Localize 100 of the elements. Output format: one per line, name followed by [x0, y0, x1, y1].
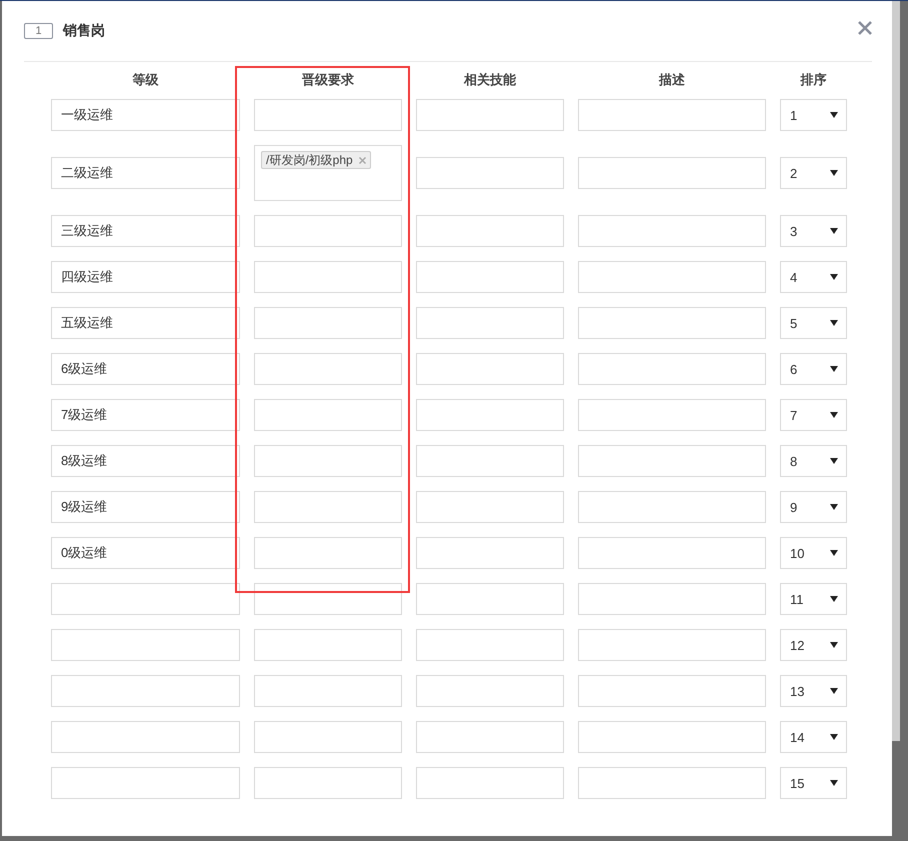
caret-icon	[830, 170, 838, 176]
level-field[interactable]: 四级运维	[51, 261, 240, 293]
caret-icon	[830, 274, 838, 280]
sort-dropdown[interactable]: 11	[780, 583, 847, 615]
level-field[interactable]: 一级运维	[51, 99, 240, 131]
column-header: 描述	[658, 71, 686, 89]
sort-dropdown[interactable]: 6	[780, 353, 847, 385]
sort-dropdown[interactable]: 15	[780, 767, 847, 799]
skill-field[interactable]	[416, 215, 564, 247]
caret-icon	[830, 550, 838, 556]
level-field[interactable]	[51, 583, 240, 615]
description-field[interactable]	[578, 675, 766, 707]
skill-field[interactable]	[416, 583, 564, 615]
caret-icon	[830, 642, 838, 648]
column-header: 等级	[132, 71, 160, 89]
requirement-tag: /研发岗/初级php	[261, 151, 371, 169]
level-field[interactable]	[51, 675, 240, 707]
caret-icon	[830, 366, 838, 372]
requirement-field[interactable]	[254, 307, 402, 339]
sort-dropdown[interactable]: 10	[780, 537, 847, 569]
sort-dropdown[interactable]: 8	[780, 445, 847, 477]
level-field[interactable]	[51, 721, 240, 753]
column-header: 排序	[799, 71, 828, 89]
caret-icon	[830, 112, 838, 118]
caret-icon	[830, 320, 838, 326]
requirement-field[interactable]: /研发岗/初级php	[254, 145, 402, 201]
requirement-field[interactable]	[254, 99, 402, 131]
skill-field[interactable]	[416, 353, 564, 385]
sort-dropdown[interactable]: 4	[780, 261, 847, 293]
sort-dropdown[interactable]: 13	[780, 675, 847, 707]
requirement-field[interactable]	[254, 675, 402, 707]
level-field[interactable]: 0级运维	[51, 537, 240, 569]
skill-field[interactable]	[416, 307, 564, 339]
skill-field[interactable]	[416, 99, 564, 131]
remove-icon[interactable]	[358, 156, 366, 164]
level-field[interactable]: 7级运维	[51, 399, 240, 431]
description-field[interactable]	[578, 767, 766, 799]
sort-dropdown[interactable]: 1	[780, 99, 847, 131]
skill-field[interactable]	[416, 261, 564, 293]
description-field[interactable]	[578, 445, 766, 477]
dialog-title: 销售岗	[63, 22, 105, 40]
column-header: 晋级要求	[301, 71, 355, 89]
sort-dropdown[interactable]: 2	[780, 157, 847, 189]
level-field[interactable]: 9级运维	[51, 491, 240, 523]
requirement-field[interactable]	[254, 583, 402, 615]
skill-field[interactable]	[416, 675, 564, 707]
skill-field[interactable]	[416, 537, 564, 569]
requirement-field[interactable]	[254, 399, 402, 431]
sort-dropdown[interactable]: 9	[780, 491, 847, 523]
close-icon[interactable]	[858, 21, 872, 35]
column-header: 相关技能	[462, 71, 517, 89]
description-field[interactable]	[578, 307, 766, 339]
level-field[interactable]: 五级运维	[51, 307, 240, 339]
description-field[interactable]	[578, 583, 766, 615]
sort-dropdown[interactable]: 12	[780, 629, 847, 661]
requirement-field[interactable]	[254, 629, 402, 661]
level-field[interactable]	[51, 629, 240, 661]
sort-dropdown[interactable]: 7	[780, 399, 847, 431]
level-field[interactable]: 6级运维	[51, 353, 240, 385]
scrollbar[interactable]	[892, 1, 900, 741]
level-field[interactable]: 8级运维	[51, 445, 240, 477]
sort-dropdown[interactable]: 14	[780, 721, 847, 753]
caret-icon	[830, 596, 838, 602]
requirement-field[interactable]	[254, 445, 402, 477]
description-field[interactable]	[578, 99, 766, 131]
skill-field[interactable]	[416, 445, 564, 477]
description-field[interactable]	[578, 491, 766, 523]
level-field[interactable]: 二级运维	[51, 157, 240, 189]
description-field[interactable]	[578, 353, 766, 385]
requirement-field[interactable]	[254, 721, 402, 753]
skill-field[interactable]	[416, 399, 564, 431]
description-field[interactable]	[578, 215, 766, 247]
skill-field[interactable]	[416, 157, 564, 189]
skill-field[interactable]	[416, 491, 564, 523]
caret-icon	[830, 734, 838, 740]
skill-field[interactable]	[416, 629, 564, 661]
description-field[interactable]	[578, 721, 766, 753]
description-field[interactable]	[578, 399, 766, 431]
caret-icon	[830, 780, 838, 786]
level-field[interactable]: 三级运维	[51, 215, 240, 247]
requirement-field[interactable]	[254, 491, 402, 523]
description-field[interactable]	[578, 261, 766, 293]
requirement-field[interactable]	[254, 353, 402, 385]
description-field[interactable]	[578, 629, 766, 661]
sort-dropdown[interactable]: 3	[780, 215, 847, 247]
caret-icon	[830, 458, 838, 464]
caret-icon	[830, 412, 838, 418]
requirement-field[interactable]	[254, 767, 402, 799]
requirement-field[interactable]	[254, 261, 402, 293]
requirement-field[interactable]	[254, 537, 402, 569]
description-field[interactable]	[578, 157, 766, 189]
sort-dropdown[interactable]: 5	[780, 307, 847, 339]
skill-field[interactable]	[416, 721, 564, 753]
level-field[interactable]	[51, 767, 240, 799]
description-field[interactable]	[578, 537, 766, 569]
requirement-field[interactable]	[254, 215, 402, 247]
caret-icon	[830, 504, 838, 510]
caret-icon	[830, 228, 838, 234]
skill-field[interactable]	[416, 767, 564, 799]
caret-icon	[830, 688, 838, 694]
